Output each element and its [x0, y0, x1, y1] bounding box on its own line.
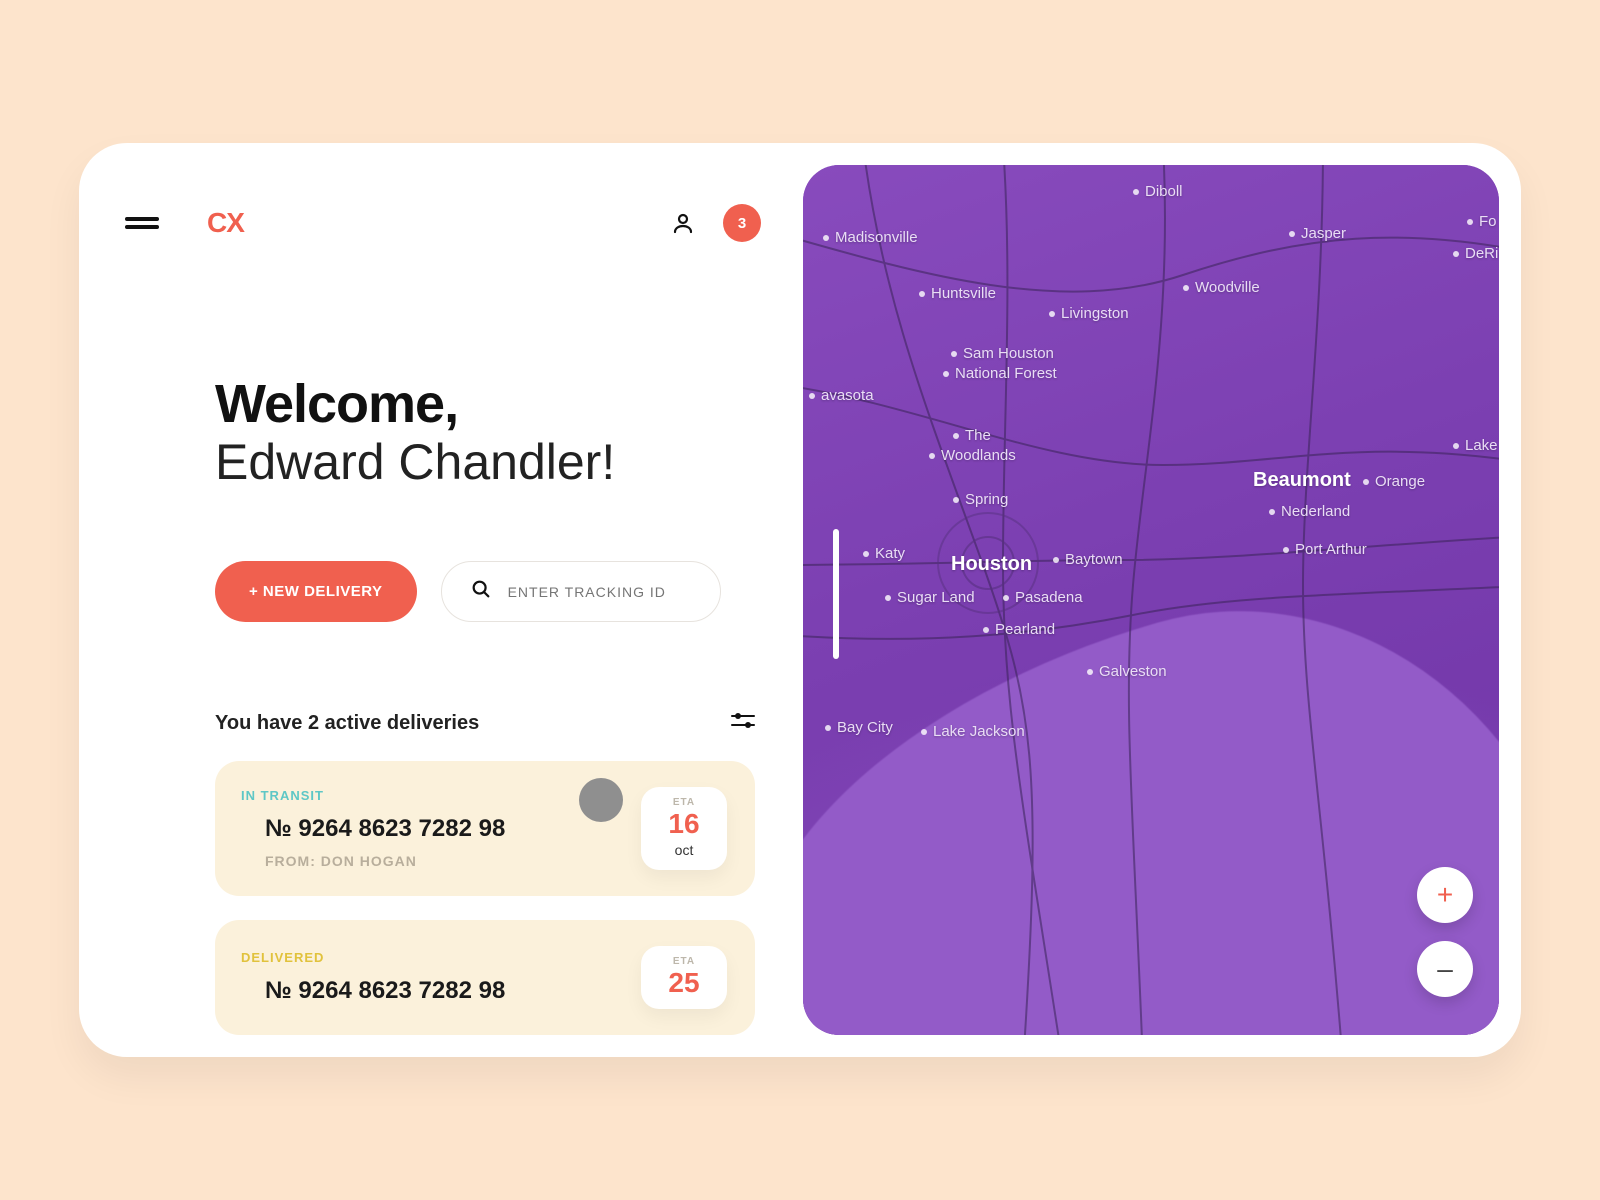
- map-city-label: Woodlands: [929, 447, 1016, 464]
- map-city-label: Pearland: [983, 621, 1055, 638]
- delivery-card[interactable]: IN TRANSIT № 9264 8623 7282 98 FROM: DON…: [215, 761, 755, 896]
- notification-badge[interactable]: 3: [723, 204, 761, 242]
- tracking-number: № 9264 8623 7282 98: [265, 977, 505, 1005]
- search-field[interactable]: [441, 561, 721, 622]
- map-city-label: Katy: [863, 545, 905, 562]
- eta-day: 16: [668, 810, 699, 838]
- logo: CX: [207, 207, 244, 239]
- map-city-label: Sam Houston: [951, 345, 1054, 362]
- map-city-label: DeRid: [1453, 245, 1499, 262]
- delivery-status: DELIVERED: [241, 950, 505, 965]
- map-city-label: Orange: [1363, 473, 1425, 490]
- map-scrubber[interactable]: [833, 529, 839, 659]
- greeting-line2: Edward Chandler!: [215, 433, 761, 491]
- search-icon: [470, 578, 492, 605]
- map-city-label: Huntsville: [919, 285, 996, 302]
- map-city-label: National Forest: [943, 365, 1057, 382]
- map-city-label: Lake: [1453, 437, 1498, 454]
- user-icon[interactable]: [671, 211, 695, 235]
- delivery-card[interactable]: DELIVERED № 9264 8623 7282 98 ETA 25: [215, 920, 755, 1035]
- eta-label: ETA: [673, 956, 695, 967]
- deliveries-list: IN TRANSIT № 9264 8623 7282 98 FROM: DON…: [215, 761, 755, 1035]
- map-city-label: Bay City: [825, 719, 893, 736]
- map-city-label: Spring: [953, 491, 1008, 508]
- topbar: CX 3: [125, 193, 761, 253]
- filter-icon[interactable]: [731, 712, 755, 735]
- map-city-label: Woodville: [1183, 279, 1260, 296]
- greeting: Welcome, Edward Chandler!: [215, 373, 761, 491]
- zoom-controls: + –: [1417, 867, 1473, 997]
- menu-icon[interactable]: [125, 213, 159, 233]
- map-city-label: Madisonville: [823, 229, 918, 246]
- delivery-status: IN TRANSIT: [241, 788, 505, 803]
- left-pane: CX 3 Welcome, Edward Chandler! + NEW DEL…: [79, 143, 807, 1057]
- map-city-label: avasota: [809, 387, 874, 404]
- map-city-label: Diboll: [1133, 183, 1183, 200]
- eta-badge: ETA 16 oct: [641, 787, 727, 870]
- pointer-dot: [579, 778, 623, 822]
- eta-month: oct: [675, 842, 694, 858]
- zoom-out-button[interactable]: –: [1417, 941, 1473, 997]
- tracking-number: № 9264 8623 7282 98: [265, 815, 505, 843]
- eta-label: ETA: [673, 797, 695, 808]
- app-window: CX 3 Welcome, Edward Chandler! + NEW DEL…: [79, 143, 1521, 1057]
- deliveries-summary: You have 2 active deliveries: [215, 712, 479, 735]
- map-city-label: Jasper: [1289, 225, 1346, 242]
- map-panel[interactable]: Diboll Madisonville Jasper Fo DeRid Huntsvill…: [803, 165, 1499, 1035]
- map-city-label: Sugar Land: [885, 589, 975, 606]
- map-city-label: Baytown: [1053, 551, 1123, 568]
- map-city-label: Beaumont: [1253, 469, 1351, 492]
- deliveries-header: You have 2 active deliveries: [215, 712, 755, 735]
- map-city-label: Port Arthur: [1283, 541, 1367, 558]
- map-city-label: Houston: [951, 553, 1032, 576]
- map-city-label: Pasadena: [1003, 589, 1083, 606]
- actions-row: + NEW DELIVERY: [215, 561, 761, 622]
- map-city-label: Livingston: [1049, 305, 1129, 322]
- map-city-label: Galveston: [1087, 663, 1167, 680]
- map-city-label: Lake Jackson: [921, 723, 1025, 740]
- map-city-label: The: [953, 427, 991, 444]
- greeting-line1: Welcome,: [215, 373, 761, 435]
- eta-badge: ETA 25: [641, 946, 727, 1009]
- map-city-label: Nederland: [1269, 503, 1350, 520]
- eta-day: 25: [668, 969, 699, 997]
- new-delivery-button[interactable]: + NEW DELIVERY: [215, 561, 417, 622]
- zoom-in-button[interactable]: +: [1417, 867, 1473, 923]
- map-city-label: Fo: [1467, 213, 1497, 230]
- delivery-from: FROM: DON HOGAN: [265, 853, 505, 869]
- search-input[interactable]: [508, 584, 692, 600]
